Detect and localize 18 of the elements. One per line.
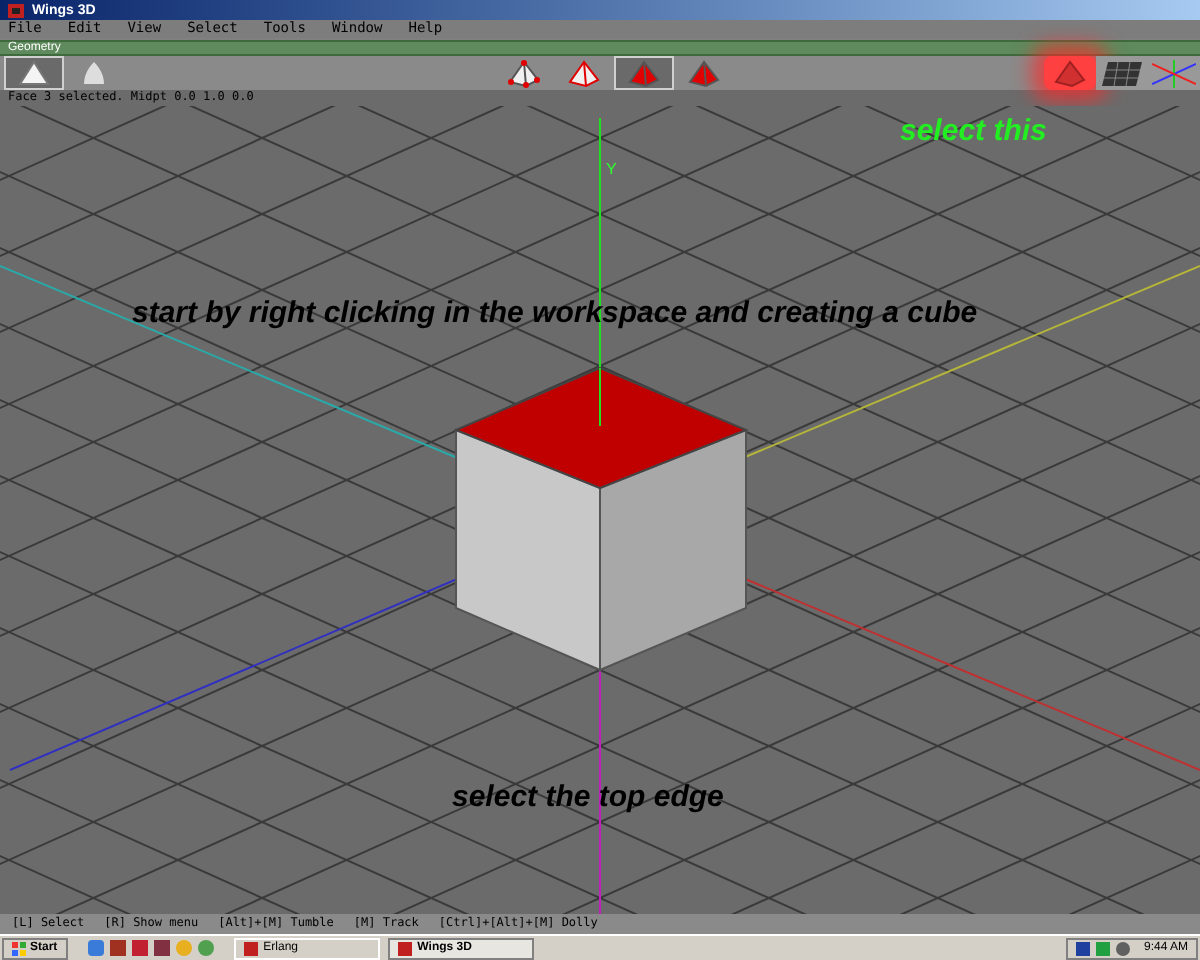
toolbar-button[interactable] bbox=[1148, 56, 1200, 90]
pyramid-icon bbox=[508, 59, 540, 87]
app-icon bbox=[8, 3, 24, 17]
cone-icon bbox=[82, 59, 106, 87]
toolbar-button[interactable] bbox=[614, 56, 674, 90]
grid-icon bbox=[1100, 59, 1144, 87]
pyramid-icon bbox=[688, 59, 720, 87]
viewport-scene-drawing[interactable] bbox=[0, 106, 1200, 914]
toolbar-button[interactable] bbox=[4, 56, 64, 90]
pyramid-icon bbox=[568, 59, 600, 87]
annotation-text: select this bbox=[900, 112, 1047, 152]
app-icon bbox=[397, 941, 412, 955]
toolbar-button[interactable] bbox=[1096, 56, 1148, 90]
pyramid-icon bbox=[628, 59, 660, 87]
windows-logo-icon bbox=[12, 941, 26, 955]
axis-label: Y bbox=[606, 162, 617, 178]
axes-icon bbox=[1152, 59, 1196, 87]
app-icon bbox=[243, 941, 258, 955]
